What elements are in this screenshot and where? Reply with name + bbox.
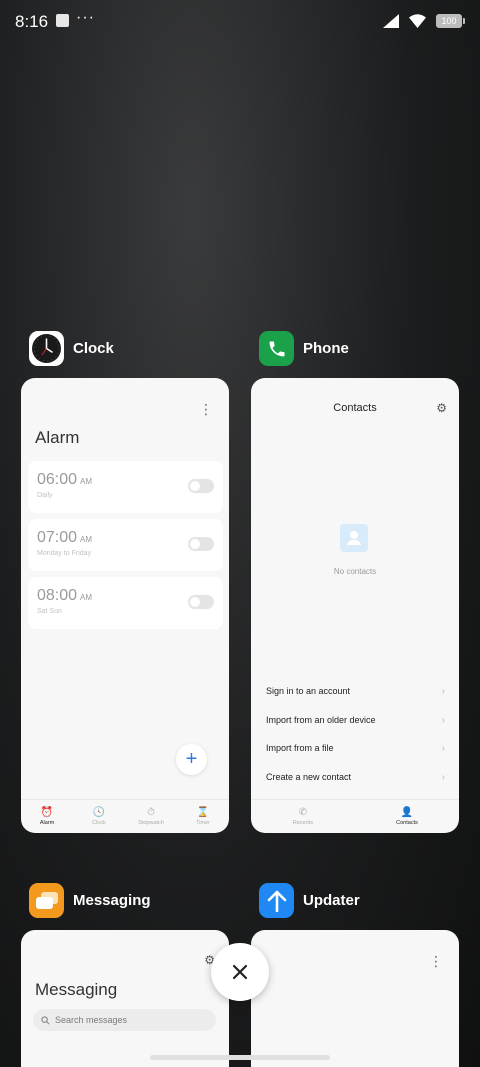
chevron-right-icon: ›: [441, 685, 445, 697]
screen-title: Alarm: [35, 428, 80, 447]
app-card-messaging[interactable]: ⚙ Messaging Search messages: [21, 930, 229, 1067]
alarm-time: 07:00 AM: [37, 529, 93, 546]
app-title-clock: Clock: [73, 340, 114, 357]
app-header-messaging[interactable]: Messaging: [29, 883, 151, 918]
add-alarm-button[interactable]: +: [176, 744, 207, 775]
alarm-repeat: Sat Sun: [37, 608, 62, 615]
app-card-updater[interactable]: ⋮: [251, 930, 459, 1067]
empty-state-label: No contacts: [333, 567, 377, 576]
stopwatch-icon: ⏱: [147, 806, 155, 818]
app-title-messaging: Messaging: [73, 892, 151, 909]
chevron-right-icon: ›: [441, 742, 445, 754]
app-card-phone[interactable]: Contacts ⚙ No contacts Sign in to an acc…: [251, 378, 459, 833]
nav-item-clock[interactable]: 🕓 Clock: [73, 800, 125, 833]
search-icon: [41, 1015, 50, 1024]
app-card-clock[interactable]: ⋮ Alarm 06:00 AM Daily 07:00 AM Monday to …: [21, 378, 229, 833]
alarm-repeat: Monday to Friday: [37, 550, 92, 557]
app-title-updater: Updater: [303, 892, 360, 909]
alarm-toggle[interactable]: [188, 479, 214, 493]
chat-bubbles-icon[interactable]: [29, 883, 64, 918]
nav-item-stopwatch[interactable]: ⏱ Stopwatch: [125, 800, 177, 833]
close-icon: [232, 964, 248, 980]
gear-icon[interactable]: ⚙: [436, 401, 447, 415]
cellular-signal-icon: [383, 14, 399, 28]
screen-title: Contacts: [333, 402, 377, 414]
status-bar: 8:16 ··· 100: [0, 0, 480, 44]
chevron-right-icon: ›: [441, 771, 445, 783]
create-contact-item[interactable]: Create a new contact ›: [266, 769, 445, 785]
clear-all-button[interactable]: [211, 943, 269, 1001]
person-icon: 👤: [400, 806, 414, 818]
alarm-toggle[interactable]: [188, 537, 214, 551]
alarm-icon: ⏰: [40, 806, 54, 818]
bottom-nav: ✆ Recents 👤 Contacts: [251, 799, 459, 833]
screen-title: Messaging: [35, 980, 118, 999]
app-header-clock[interactable]: Clock: [29, 331, 114, 366]
arrow-up-icon[interactable]: [259, 883, 294, 918]
alarm-toggle[interactable]: [188, 595, 214, 609]
battery-icon: 100: [436, 14, 465, 28]
sign-in-account-item[interactable]: Sign in to an account ›: [266, 683, 445, 699]
app-header-phone[interactable]: Phone: [259, 331, 349, 366]
alarm-time: 06:00 AM: [37, 471, 93, 488]
clock-icon: 🕓: [92, 806, 106, 818]
more-options-icon[interactable]: ⋮: [429, 954, 443, 968]
search-input[interactable]: Search messages: [33, 1009, 216, 1031]
notification-icon: [56, 14, 69, 27]
alarm-row[interactable]: 08:00 AM Sat Sun: [28, 577, 223, 629]
nav-item-alarm[interactable]: ⏰ Alarm: [21, 800, 73, 833]
nav-item-recents[interactable]: ✆ Recents: [251, 800, 355, 833]
import-file-item[interactable]: Import from a file ›: [266, 740, 445, 756]
status-icons: 100: [383, 12, 465, 30]
more-notifications-icon: ···: [76, 9, 95, 26]
hourglass-icon: ⌛: [196, 806, 210, 818]
clock-icon[interactable]: [29, 331, 64, 366]
more-options-icon[interactable]: ⋮: [199, 402, 213, 416]
alarm-row[interactable]: 07:00 AM Monday to Friday: [28, 519, 223, 571]
app-title-phone: Phone: [303, 340, 349, 357]
contact-card-icon: [340, 524, 368, 552]
phone-icon[interactable]: [259, 331, 294, 366]
nav-item-contacts[interactable]: 👤 Contacts: [355, 800, 459, 833]
alarm-row[interactable]: 06:00 AM Daily: [28, 461, 223, 513]
alarm-repeat: Daily: [37, 492, 53, 499]
bottom-nav: ⏰ Alarm 🕓 Clock ⏱ Stopwatch ⌛ Timer: [21, 799, 229, 833]
app-header-updater[interactable]: Updater: [259, 883, 360, 918]
status-time: 8:16: [15, 12, 49, 31]
alarm-time: 08:00 AM: [37, 587, 93, 604]
home-indicator[interactable]: [150, 1055, 330, 1060]
nav-item-timer[interactable]: ⌛ Timer: [177, 800, 229, 833]
import-older-device-item[interactable]: Import from an older device ›: [266, 712, 445, 728]
chevron-right-icon: ›: [441, 714, 445, 726]
phone-icon: ✆: [298, 806, 308, 818]
wifi-icon: [409, 14, 426, 28]
